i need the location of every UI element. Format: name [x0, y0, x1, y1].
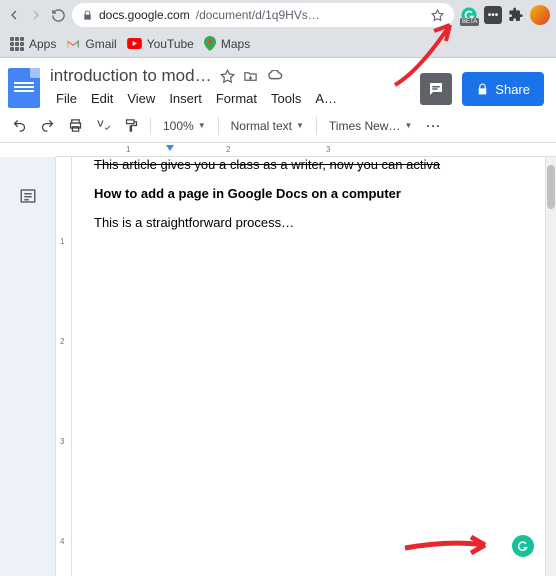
- ruler-mark: 1: [126, 145, 130, 154]
- outline-icon[interactable]: [19, 187, 37, 576]
- grammarly-extension-icon[interactable]: BETA: [460, 6, 478, 24]
- vruler-mark: 3: [60, 437, 64, 446]
- bookmark-gmail-label: Gmail: [85, 37, 116, 51]
- chevron-down-icon: ▼: [404, 121, 412, 130]
- menu-tools[interactable]: Tools: [265, 88, 307, 109]
- undo-icon[interactable]: [8, 115, 30, 137]
- style-value: Normal text: [231, 119, 292, 133]
- back-icon[interactable]: [6, 7, 22, 23]
- bookmark-gmail[interactable]: Gmail: [66, 37, 116, 51]
- vertical-scrollbar[interactable]: [545, 157, 556, 576]
- document-heading[interactable]: How to add a page in Google Docs on a co…: [94, 186, 525, 201]
- comment-icon: [427, 80, 445, 98]
- bookmark-apps[interactable]: Apps: [10, 37, 56, 51]
- cloud-saved-icon[interactable]: [266, 70, 283, 83]
- ruler-mark: 3: [326, 145, 330, 154]
- scrollbar-thumb[interactable]: [547, 165, 555, 209]
- chevron-down-icon: ▼: [198, 121, 206, 130]
- comments-button[interactable]: [420, 73, 452, 105]
- bookmark-star-icon[interactable]: [431, 9, 444, 22]
- document-title[interactable]: introduction to mod…: [50, 66, 212, 86]
- zoom-value: 100%: [163, 119, 194, 133]
- lock-icon: [476, 83, 489, 96]
- menu-view[interactable]: View: [121, 88, 161, 109]
- outline-gutter: [0, 157, 56, 576]
- menu-edit[interactable]: Edit: [85, 88, 119, 109]
- menu-insert[interactable]: Insert: [163, 88, 208, 109]
- extensions-puzzle-icon[interactable]: [508, 7, 524, 23]
- menu-format[interactable]: Format: [210, 88, 263, 109]
- bookmark-youtube-label: YouTube: [147, 37, 194, 51]
- url-host: docs.google.com: [99, 8, 190, 22]
- horizontal-ruler[interactable]: 1 2 3: [56, 143, 556, 157]
- font-select[interactable]: Times New…▼: [325, 119, 416, 133]
- bookmark-youtube[interactable]: YouTube: [127, 37, 194, 51]
- bookmark-maps[interactable]: Maps: [204, 36, 250, 51]
- bookmark-maps-label: Maps: [221, 37, 250, 51]
- document-page[interactable]: This article gives you a class as a writ…: [72, 157, 545, 576]
- style-select[interactable]: Normal text ▼: [227, 119, 308, 133]
- extension-icon[interactable]: •••: [484, 6, 502, 24]
- separator: [316, 117, 317, 135]
- bookmark-apps-label: Apps: [29, 37, 56, 51]
- document-text[interactable]: This is a straightforward process…: [94, 215, 525, 230]
- apps-icon: [10, 37, 24, 51]
- beta-badge: BETA: [460, 18, 479, 26]
- toolbar: 100%▼ Normal text▼ Times New…▼ ···: [0, 109, 556, 143]
- youtube-icon: [127, 38, 142, 49]
- google-docs-icon[interactable]: [8, 68, 40, 108]
- vruler-mark: 4: [60, 537, 64, 546]
- reload-icon[interactable]: [50, 7, 66, 23]
- url-path: /document/d/1q9HVs…: [196, 8, 320, 22]
- document-text-strikethrough[interactable]: This article gives you a class as a writ…: [94, 157, 525, 172]
- share-label: Share: [495, 82, 530, 97]
- address-bar[interactable]: docs.google.com/document/d/1q9HVs…: [72, 3, 454, 27]
- vertical-ruler[interactable]: 1 2 3 4: [56, 157, 72, 576]
- redo-icon[interactable]: [36, 115, 58, 137]
- tab-stop-icon[interactable]: [166, 145, 174, 151]
- share-button[interactable]: Share: [462, 72, 544, 106]
- toolbar-more[interactable]: ···: [422, 119, 445, 133]
- print-icon[interactable]: [64, 115, 86, 137]
- profile-avatar[interactable]: [530, 5, 550, 25]
- move-folder-icon[interactable]: [243, 69, 258, 84]
- maps-icon: [204, 36, 216, 51]
- menu-addons[interactable]: A…: [309, 88, 343, 109]
- star-outline-icon[interactable]: [220, 69, 235, 84]
- vruler-mark: 2: [60, 337, 64, 346]
- spellcheck-icon[interactable]: [92, 115, 114, 137]
- grammarly-floating-icon[interactable]: [512, 535, 534, 557]
- paint-format-icon[interactable]: [120, 115, 142, 137]
- chevron-down-icon: ▼: [296, 121, 304, 130]
- ruler-mark: 2: [226, 145, 230, 154]
- zoom-select[interactable]: 100% ▼: [159, 119, 210, 133]
- separator: [150, 117, 151, 135]
- menu-file[interactable]: File: [50, 88, 83, 109]
- forward-icon: [28, 7, 44, 23]
- separator: [218, 117, 219, 135]
- lock-icon: [82, 10, 93, 21]
- font-value: Times New…: [329, 119, 401, 133]
- gmail-icon: [66, 37, 80, 51]
- vruler-mark: 1: [60, 237, 64, 246]
